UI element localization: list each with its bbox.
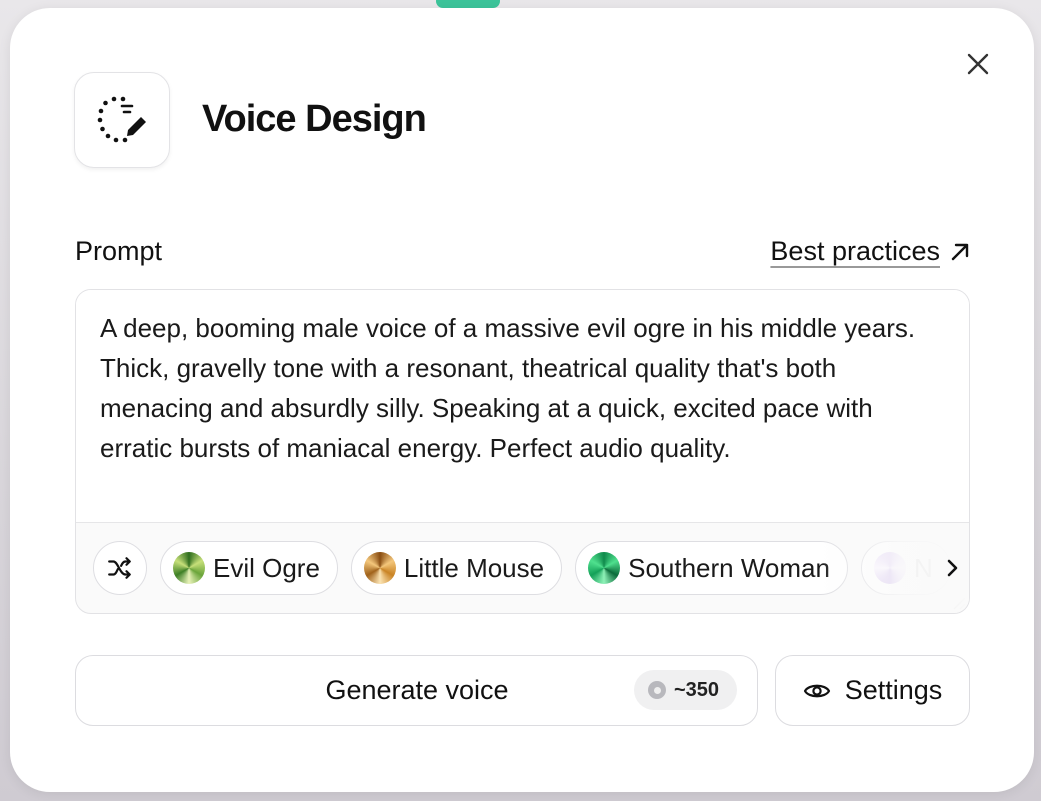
best-practices-link[interactable]: Best practices <box>770 236 970 267</box>
arrow-up-right-icon <box>951 243 969 260</box>
chips-scroll-right-button[interactable] <box>939 555 965 581</box>
credits-value: ~350 <box>674 678 720 701</box>
preset-chip-label: Southern Woman <box>628 552 830 583</box>
prompt-label: Prompt <box>75 236 163 266</box>
voice-design-icon-box <box>74 72 170 168</box>
preset-chips-row: Evil Ogre Little Mouse Southern Woman N <box>76 523 969 613</box>
voice-orb-icon <box>173 552 205 584</box>
chevron-right-icon <box>947 559 958 577</box>
close-icon <box>967 53 989 75</box>
settings-button[interactable]: Settings <box>775 655 970 726</box>
settings-label: Settings <box>844 675 943 705</box>
generate-voice-button[interactable]: Generate voice ~350 <box>75 655 758 726</box>
preset-chip-partial[interactable]: N <box>860 541 951 595</box>
close-button[interactable] <box>960 46 996 82</box>
prompt-textarea[interactable]: A deep, booming male voice of a massive … <box>76 290 969 523</box>
credits-badge: ~350 <box>634 670 738 710</box>
preset-chip-little-mouse[interactable]: Little Mouse <box>350 541 563 595</box>
preset-chip-southern-woman[interactable]: Southern Woman <box>575 541 848 595</box>
background-accent <box>436 0 500 8</box>
voice-orb-icon <box>873 552 906 584</box>
voice-orb-icon <box>588 552 621 584</box>
credit-coin-icon <box>648 681 666 699</box>
prompt-box: A deep, booming male voice of a massive … <box>75 289 970 614</box>
shuffle-button[interactable] <box>93 541 147 595</box>
voice-design-icon <box>97 96 146 143</box>
dialog-title: Voice Design <box>202 98 427 140</box>
preset-chip-label: Evil Ogre <box>213 552 320 583</box>
voice-orb-icon <box>363 552 396 584</box>
preset-chip-label: Little Mouse <box>403 552 545 583</box>
eye-icon <box>803 684 830 697</box>
preset-chip-label: N <box>913 552 933 583</box>
best-practices-label: Best practices <box>770 236 940 266</box>
shuffle-icon <box>108 557 131 579</box>
preset-chip-evil-ogre[interactable]: Evil Ogre <box>160 541 338 595</box>
voice-design-dialog: Voice Design Prompt Best practices A dee… <box>10 8 1034 792</box>
